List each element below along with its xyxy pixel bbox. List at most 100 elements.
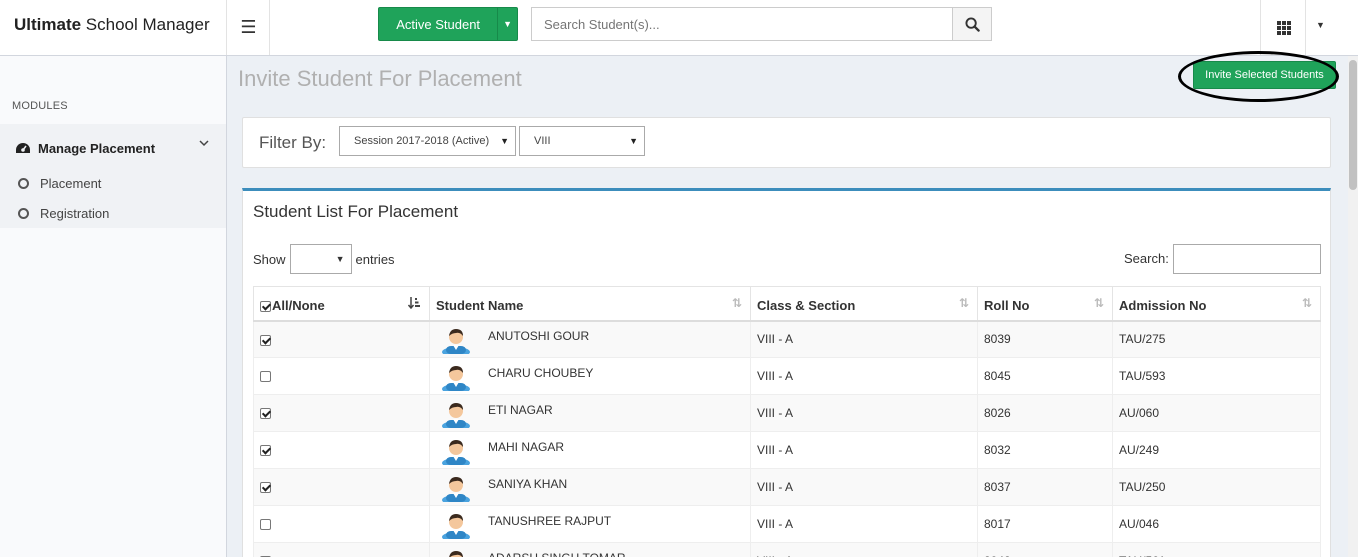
class-select[interactable]: VIII ▼ [519,126,645,156]
chevron-down-icon[interactable]: ▼ [497,8,517,40]
admission-no-cell: TAU/275 [1112,320,1321,358]
student-name-cell: MAHI NAGAR [429,431,751,469]
student-name: MAHI NAGAR [488,440,565,454]
sort-icon[interactable]: ⇅ [959,296,969,310]
table-row[interactable]: ETI NAGAR VIII - A 8026 AU/060 [253,394,1321,432]
class-section-cell: VIII - A [750,394,978,432]
table-header-row: All/None Student Name ⇅ Class & Section ⇅ … [253,286,1321,322]
entries-label: entries [355,251,395,267]
student-search-input[interactable] [531,7,953,41]
student-avatar-icon [438,398,474,431]
class-select-value: VIII [534,135,551,147]
row-checkbox[interactable] [260,482,271,494]
class-section-cell: VIII - A [750,542,978,557]
row-checkbox[interactable] [260,334,271,346]
student-name-cell: ETI NAGAR [429,394,751,432]
sort-icon[interactable]: ⇅ [1302,296,1312,310]
active-student-button[interactable]: Active Student ▼ [378,7,518,41]
table-row[interactable]: ANUTOSHI GOUR VIII - A 8039 TAU/275 [253,320,1321,358]
class-section-cell: VIII - A [750,320,978,358]
student-name-cell: ADARSH SINGH TOMAR [429,542,751,557]
roll-no-cell: 8026 [977,394,1113,432]
student-name-cell: SANIYA KHAN [429,468,751,506]
admission-no-cell: TAU/250 [1112,468,1321,506]
table-row[interactable]: MAHI NAGAR VIII - A 8032 AU/249 [253,431,1321,469]
column-header-select[interactable]: All/None [253,286,430,322]
circle-icon [18,207,29,219]
table-row[interactable]: CHARU CHOUBEY VIII - A 8045 TAU/593 [253,357,1321,395]
select-all-checkbox[interactable] [260,300,271,312]
page-scrollbar[interactable] [1348,56,1358,557]
column-header-student-name[interactable]: Student Name ⇅ [429,286,751,322]
roll-no-cell: 8037 [977,468,1113,506]
search-button[interactable] [952,7,992,41]
filter-label: Filter By: [259,133,327,152]
student-avatar-icon [438,435,474,468]
student-name-cell: TANUSHREE RAJPUT [429,505,751,543]
student-avatar-icon [438,472,474,505]
apps-button[interactable] [1262,0,1306,55]
divider [1260,0,1261,55]
sort-icon[interactable]: ⇅ [732,296,742,310]
student-name: ANUTOSHI GOUR [488,329,590,344]
admission-no-cell: TAU/561 [1112,542,1321,557]
sidebar-item-placement[interactable]: Placement [18,173,208,193]
roll-no-cell: 8042 [977,542,1113,557]
sidebar-item-registration[interactable]: Registration [18,203,208,223]
student-list-panel: Student List For Placement Show ▼ entrie… [242,188,1331,557]
select-cell [253,542,430,557]
sidebar: MODULES Manage Placement Placement Regis… [0,56,227,557]
sidebar-item-manage-placement[interactable]: Manage Placement [14,138,214,158]
select-cell [253,320,430,358]
student-avatar-icon [438,361,474,394]
sort-icon[interactable]: ⇅ [1094,296,1104,310]
user-menu-caret-icon[interactable]: ▼ [1316,20,1325,30]
active-student-label: Active Student [396,16,481,32]
panel-title: Student List For Placement [253,202,459,221]
sidebar-item-label: Placement [40,175,102,191]
session-select[interactable]: Session 2017-2018 (Active) ▼ [339,126,516,156]
row-checkbox[interactable] [260,371,271,383]
session-select-value: Session 2017-2018 (Active) [354,135,490,147]
invite-selected-students-button[interactable]: Invite Selected Students [1193,61,1336,89]
column-header-admission-no[interactable]: Admission No ⇅ [1112,286,1321,322]
row-checkbox[interactable] [260,519,271,531]
chevron-down-icon[interactable] [199,138,209,150]
filter-panel: Filter By: Session 2017-2018 (Active) ▼ … [242,117,1331,168]
roll-no-cell: 8045 [977,357,1113,395]
table-search-label: Search: [1124,251,1169,266]
student-name: ADARSH SINGH TOMAR [488,551,626,557]
column-header-roll-no[interactable]: Roll No ⇅ [977,286,1113,322]
table-row[interactable]: TANUSHREE RAJPUT VIII - A 8017 AU/046 [253,505,1321,543]
admission-no-cell: AU/060 [1112,394,1321,432]
show-label: Show [253,251,286,267]
sidebar-item-label: Manage Placement [38,140,156,156]
student-avatar-icon [438,546,474,557]
select-cell [253,468,430,506]
column-header-class-section[interactable]: Class & Section ⇅ [750,286,978,322]
select-cell [253,505,430,543]
scrollbar-thumb[interactable] [1349,60,1357,190]
student-name: TANUSHREE RAJPUT [488,514,612,528]
table-search-input[interactable] [1173,244,1321,274]
row-checkbox[interactable] [260,408,271,420]
student-avatar-icon [438,324,474,358]
admission-no-cell: AU/046 [1112,505,1321,543]
table-body: ANUTOSHI GOUR VIII - A 8039 TAU/275 CHARU CH… [253,320,1321,557]
search-icon [964,16,980,32]
student-name: SANIYA KHAN [488,477,568,491]
page-length-control: Show ▼ entries [253,244,395,274]
row-checkbox[interactable] [260,445,271,457]
chevron-down-icon: ▼ [629,136,638,146]
app-logo[interactable]: Ultimate School Manager [0,0,227,55]
sort-ascending-icon[interactable] [407,296,421,312]
admission-no-cell: TAU/593 [1112,357,1321,395]
table-row[interactable]: SANIYA KHAN VIII - A 8037 TAU/250 [253,468,1321,506]
table-row[interactable]: ADARSH SINGH TOMAR VIII - A8042TAU/561 [253,542,1321,557]
hamburger-icon[interactable]: ☰ [228,0,270,55]
sidebar-item-label: Registration [40,205,110,221]
roll-no-cell: 8017 [977,505,1113,543]
select-cell [253,357,430,395]
page-length-select[interactable]: ▼ [289,244,352,274]
select-cell [253,431,430,469]
